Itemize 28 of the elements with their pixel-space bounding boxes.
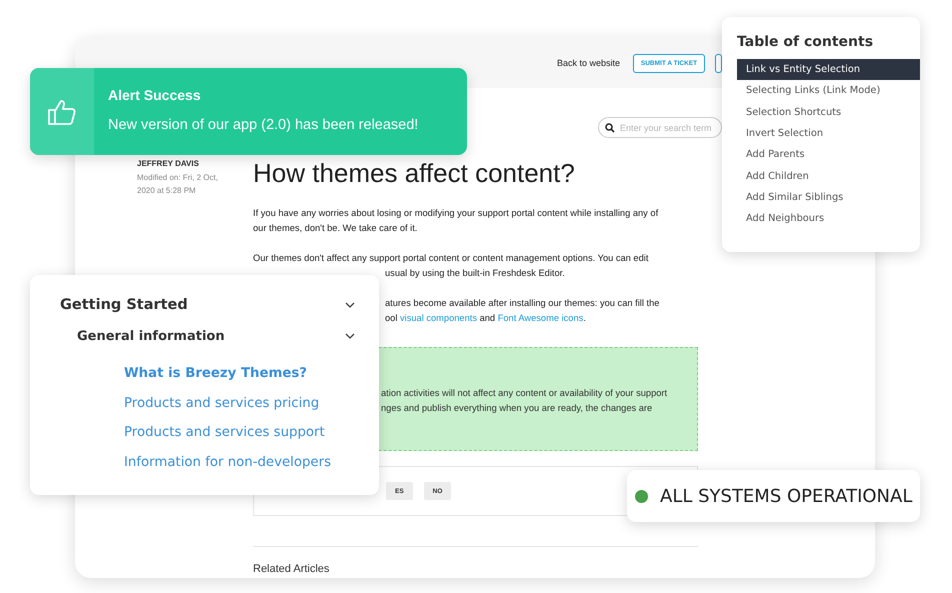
related-heading: Related Articles [253, 563, 330, 575]
search-field[interactable]: Enter your search term [598, 117, 722, 138]
modified-date: Modified on: Fri, 2 Oct, 2020 at 5:28 PM [137, 172, 219, 197]
toc-item[interactable]: Add Children [737, 165, 920, 187]
toc-item[interactable]: Add Parents [737, 144, 920, 166]
chevron-icon[interactable] [345, 333, 355, 339]
author-name: JEFFREY DAVIS [137, 159, 200, 168]
search-icon [605, 123, 615, 133]
toc-item[interactable]: Selection Shortcuts [737, 102, 920, 123]
header-button[interactable] [715, 54, 722, 72]
toc-item[interactable]: Selecting Links (Link Mode) [737, 80, 920, 102]
chevron-icon[interactable] [345, 302, 355, 308]
alert-message: New version of our app (2.0) has been released! [108, 117, 418, 133]
back-link[interactable]: Back to website [556, 58, 620, 68]
toc-item[interactable]: Add Neighbours [737, 208, 920, 230]
toc-item[interactable]: Add Similar Siblings [737, 186, 920, 208]
paragraph: If you have any worries about losing or modifying your support portal content while installing any of our themes, don't be. We take care of it. [253, 207, 660, 235]
subsection-heading[interactable]: General information [77, 328, 225, 344]
paragraph: Our themes don't affect any support portal content or content management options. You can edit usual by using the built-in Freshdesk Editor. [253, 252, 650, 280]
toc-title: Table of contents [737, 34, 874, 50]
article-title: How themes affect content? [253, 158, 576, 189]
alert-title: Alert Success [108, 87, 202, 103]
toc-item[interactable]: Link vs Entity Selection [737, 59, 920, 80]
section-heading[interactable]: Getting Started [60, 297, 188, 313]
callout-text: ation activities will not affect any content or availability of your support nges and publish everything when you are ready, the changes are [381, 387, 668, 415]
toc-item[interactable]: Invert Selection [737, 122, 920, 144]
thumbs-up-icon [47, 98, 77, 126]
status-text: ALL SYSTEMS OPERATIONAL [660, 486, 912, 506]
